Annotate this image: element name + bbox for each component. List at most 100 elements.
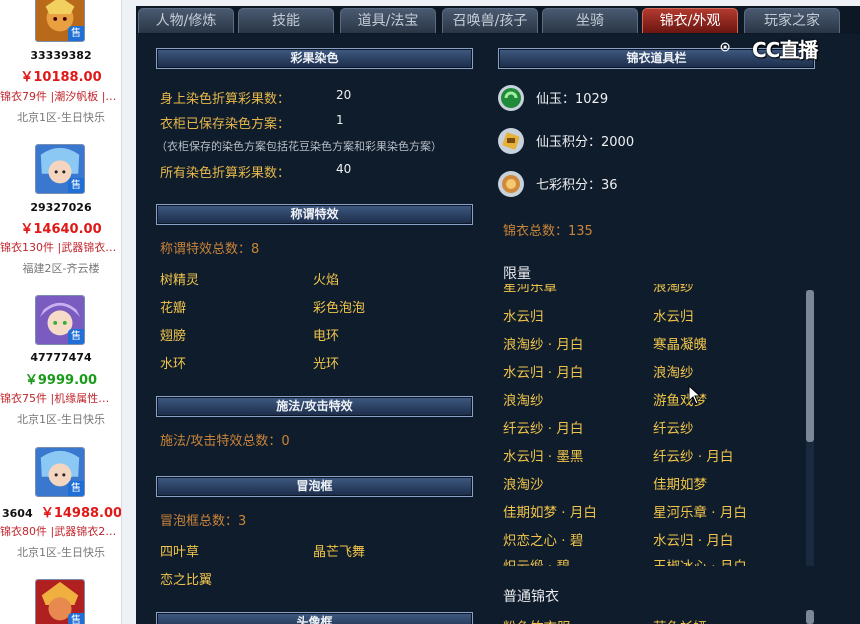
dye-total-label: 所有染色折算彩果数： bbox=[160, 166, 291, 181]
listing-server: 北京1区-生日快乐 bbox=[17, 546, 105, 559]
qicai-points-label: 七彩积分：36 bbox=[536, 178, 618, 193]
dye-wardrobe-label: 衣柜已保存染色方案： bbox=[160, 117, 291, 132]
limited-heading: 限量 bbox=[503, 266, 531, 282]
limited-item: 星河乐章 · 月白 bbox=[653, 505, 747, 521]
tab-character[interactable]: 人物/修炼 bbox=[138, 8, 234, 33]
dye-wardrobe-value: 1 bbox=[336, 113, 344, 127]
mouse-cursor-icon bbox=[688, 385, 702, 405]
costume-total: 锦衣总数：135 bbox=[503, 224, 593, 239]
tab-skills[interactable]: 技能 bbox=[238, 8, 334, 33]
listing-tags[interactable]: 锦衣80件 |武器锦衣2… bbox=[0, 523, 121, 539]
title-effect-item: 翅膀 bbox=[160, 329, 187, 344]
character-avatar[interactable]: 售 bbox=[35, 144, 85, 194]
title-effect-item: 彩色泡泡 bbox=[313, 301, 366, 316]
character-avatar[interactable]: 售 bbox=[35, 295, 85, 345]
limited-item: 浪淘纱 bbox=[653, 365, 694, 381]
watermark-text: CC直播 bbox=[752, 38, 818, 62]
bubble-count: 冒泡框总数：3 bbox=[160, 514, 247, 529]
listing-server: 福建2区-齐云楼 bbox=[22, 262, 100, 275]
listing-price: ￥14988.00 bbox=[40, 506, 122, 521]
dye-body-value: 20 bbox=[336, 88, 352, 102]
listing-id: 3604 bbox=[2, 507, 33, 520]
normal-item: 萌兔衫娅 bbox=[653, 616, 707, 624]
limited-item: 佳期如梦 bbox=[653, 477, 707, 493]
limited-item: 纤云纱 · 月白 bbox=[503, 421, 584, 437]
listing-price: ￥14640.00 bbox=[20, 222, 102, 237]
listing-price: ￥10188.00 bbox=[20, 70, 102, 85]
limited-item: 浪淘纱 · 月白 bbox=[503, 337, 584, 353]
normal-heading: 普通锦衣 bbox=[503, 589, 559, 605]
limited-scroll-thumb[interactable] bbox=[806, 290, 814, 442]
listing-price: ￥9999.00 bbox=[24, 373, 98, 388]
sold-badge: 售 bbox=[68, 481, 84, 496]
section-avatar-frame: 头像框 bbox=[156, 612, 473, 624]
costume-panel: 彩果染色 身上染色折算彩果数： 20 衣柜已保存染色方案： 1 （衣柜保存的染色… bbox=[136, 34, 860, 624]
cast-effects-count: 施法/攻击特效总数：0 bbox=[160, 434, 290, 449]
limited-item: 寒晶凝魄 bbox=[653, 337, 707, 353]
listing-tags[interactable]: 锦衣130件 |武器锦衣… bbox=[0, 239, 121, 255]
qicai-points-icon bbox=[498, 171, 524, 197]
limited-item: 佳期如梦 · 月白 bbox=[503, 505, 597, 521]
limited-item: 纤云纱 bbox=[653, 421, 694, 437]
tab-items[interactable]: 道具/法宝 bbox=[340, 8, 436, 33]
title-effect-item: 火焰 bbox=[313, 273, 340, 288]
tab-player-home[interactable]: 玩家之家 bbox=[744, 8, 840, 33]
sold-badge: 售 bbox=[68, 613, 84, 624]
bubble-item: 四叶草 bbox=[160, 545, 200, 560]
xianyu-label: 仙玉：1029 bbox=[536, 92, 609, 107]
listing-server: 北京1区-生日快乐 bbox=[17, 413, 105, 426]
tab-mounts[interactable]: 坐骑 bbox=[542, 8, 638, 33]
limited-item: 浪淘沙 bbox=[503, 477, 544, 493]
limited-item: 星河乐章 bbox=[503, 284, 557, 295]
limited-scrollbar[interactable] bbox=[806, 290, 814, 566]
dye-body-label: 身上染色折算彩果数： bbox=[160, 92, 291, 107]
section-cast-effects: 施法/攻击特效 bbox=[156, 396, 473, 417]
limited-item: 浪淘纱 bbox=[653, 284, 694, 295]
title-effect-item: 水环 bbox=[160, 357, 187, 372]
character-avatar[interactable]: 售 bbox=[35, 0, 85, 42]
limited-costume-list[interactable]: 星河乐章 浪淘纱 水云归 水云归 浪淘纱 · 月白 寒晶凝魄 水云归 · 月白 … bbox=[503, 284, 803, 566]
listing-sidebar: 售 33339382 ￥10188.00 锦衣79件 |潮汐帆板 |… 北京1区… bbox=[0, 0, 122, 624]
listing-tags[interactable]: 锦衣75件 |机缘属性… bbox=[0, 390, 121, 406]
listing-server: 北京1区-生日快乐 bbox=[17, 111, 105, 124]
game-info-panel: 人物/修炼 技能 道具/法宝 召唤兽/孩子 坐骑 锦衣/外观 玩家之家 彩果染色… bbox=[122, 0, 860, 624]
limited-item: 水云归 bbox=[503, 309, 544, 325]
limited-item: 水云归 bbox=[653, 309, 694, 325]
normal-item: 粉色竹衣服 bbox=[503, 616, 571, 624]
listing-tags[interactable]: 锦衣79件 |潮汐帆板 |… bbox=[0, 88, 121, 104]
character-avatar[interactable]: 售 bbox=[35, 579, 85, 624]
limited-item: 水云归 · 月白 bbox=[653, 533, 734, 549]
limited-item: 水云归 · 月白 bbox=[503, 365, 584, 381]
bubble-item: 恋之比翼 bbox=[160, 573, 213, 588]
cc-live-logo-icon bbox=[720, 42, 730, 52]
sold-badge: 售 bbox=[68, 329, 84, 344]
limited-item: 纤云纱 · 月白 bbox=[653, 449, 734, 465]
title-effect-item: 电环 bbox=[313, 329, 340, 344]
section-title-effects: 称谓特效 bbox=[156, 204, 473, 225]
sold-badge: 售 bbox=[68, 26, 84, 41]
title-effect-item: 光环 bbox=[313, 357, 340, 372]
normal-scroll-thumb[interactable] bbox=[806, 610, 814, 624]
title-effect-item: 树精灵 bbox=[160, 273, 200, 288]
limited-item: 炽恋之心 · 碧 bbox=[503, 533, 584, 549]
limited-item: 水云归 · 墨黑 bbox=[503, 449, 584, 465]
normal-scrollbar[interactable] bbox=[806, 610, 814, 624]
xianyu-points-icon bbox=[498, 128, 524, 154]
limited-item: 浪淘纱 bbox=[503, 393, 544, 409]
limited-item: 玉椒冰心 · 月白 bbox=[653, 555, 747, 566]
title-effects-count: 称谓特效总数：8 bbox=[160, 242, 260, 257]
dye-total-value: 40 bbox=[336, 162, 352, 176]
sold-badge: 售 bbox=[68, 178, 84, 193]
limited-item: 炽云缎 · 碧 bbox=[503, 555, 570, 566]
section-bubble: 冒泡框 bbox=[156, 476, 473, 497]
listing-id: 33339382 bbox=[30, 49, 92, 62]
dye-note: （衣柜保存的染色方案包括花豆染色方案和彩果染色方案） bbox=[156, 140, 442, 153]
xianyu-points-label: 仙玉积分：2000 bbox=[536, 135, 635, 150]
listing-id: 29327026 bbox=[30, 201, 92, 214]
xianyu-icon bbox=[498, 85, 524, 111]
section-dye: 彩果染色 bbox=[156, 48, 473, 69]
listing-id: 47777474 bbox=[30, 351, 92, 364]
character-avatar[interactable]: 售 bbox=[35, 447, 85, 497]
tab-pets[interactable]: 召唤兽/孩子 bbox=[442, 8, 538, 33]
bubble-item: 晶芒飞舞 bbox=[313, 545, 366, 560]
